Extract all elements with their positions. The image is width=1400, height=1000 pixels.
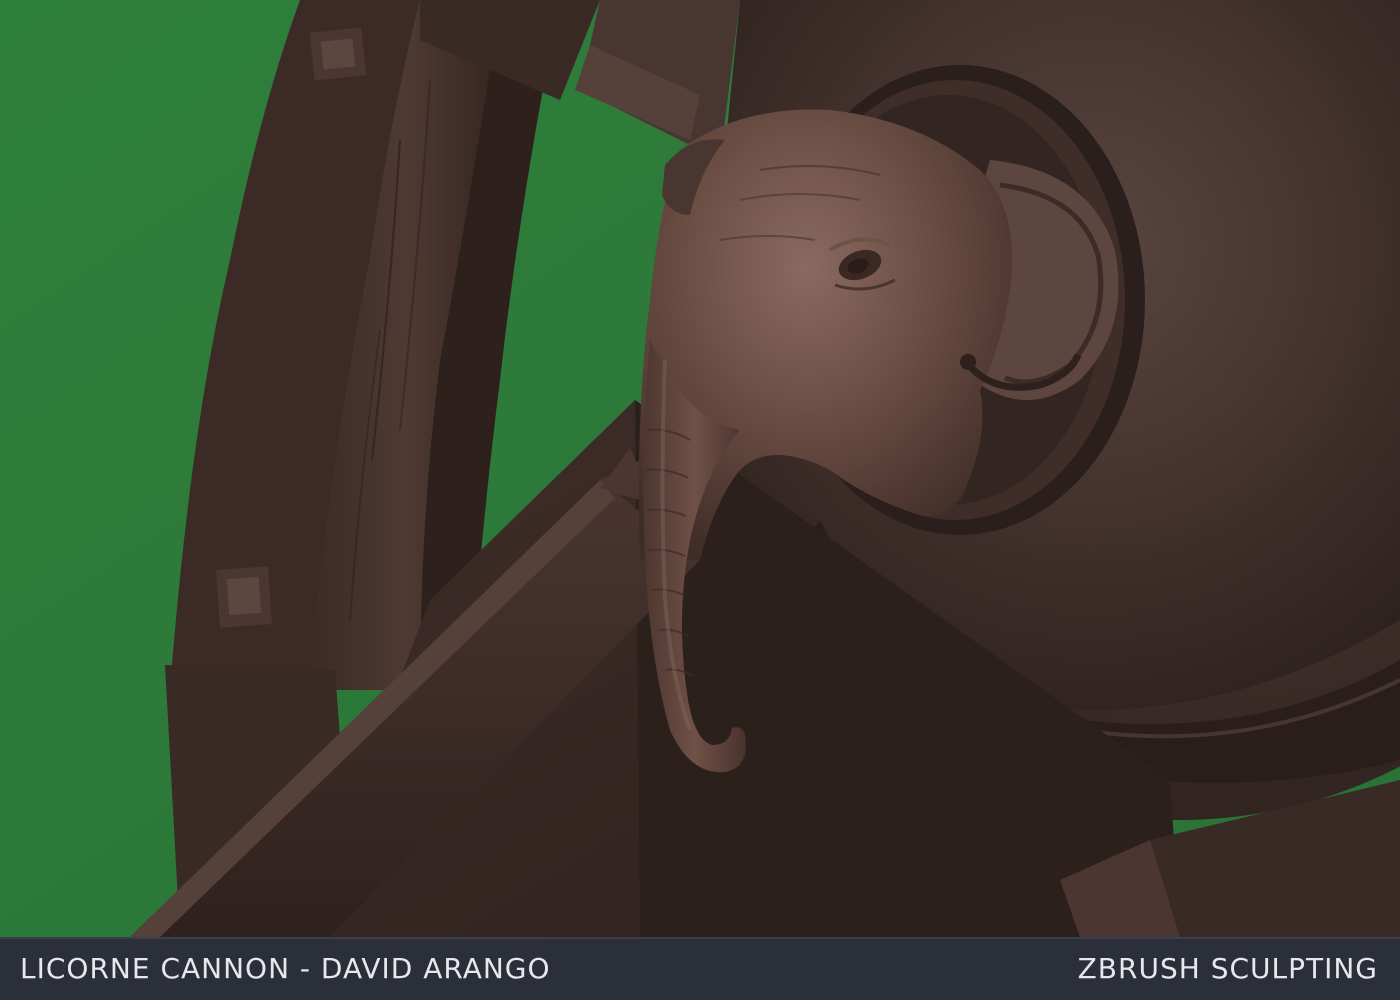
sculpt-render: [0, 0, 1400, 937]
rivet-top: [309, 27, 367, 81]
caption-bar: LICORNE CANNON - DAVID ARANGO ZBRUSH SCU…: [0, 937, 1400, 1000]
caption-tool: ZBRUSH SCULPTING: [1077, 952, 1378, 985]
caption-title: LICORNE CANNON - DAVID ARANGO: [20, 952, 551, 985]
render-viewport: [0, 0, 1400, 937]
rivet-bottom: [216, 566, 272, 628]
